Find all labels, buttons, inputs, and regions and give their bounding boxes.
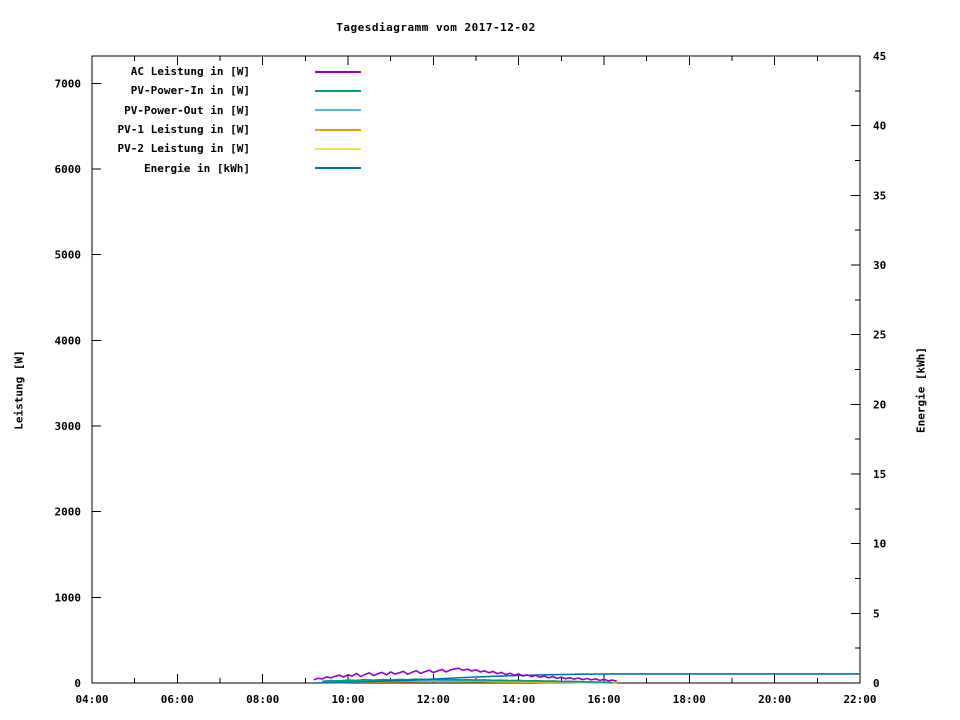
- x-tick-label: 12:00: [417, 693, 450, 706]
- y-tick-label: 5000: [55, 249, 82, 262]
- tagesdiagramm-chart: Tagesdiagramm vom 2017-12-02 Leistung [W…: [0, 0, 960, 720]
- legend-item-energie: Energie in [kWh]: [0, 158, 361, 177]
- legend-line-sample: [315, 147, 361, 150]
- legend-line-sample: [315, 70, 361, 73]
- y-tick-label: 4000: [55, 334, 82, 347]
- x-tick-label: 14:00: [502, 693, 535, 706]
- legend-item-pv-power-out: PV-Power-Out in [W]: [0, 101, 361, 120]
- legend-line-sample: [315, 89, 361, 92]
- legend-item-pv1-leistung: PV-1 Leistung in [W]: [0, 120, 361, 139]
- legend-line-sample: [315, 167, 361, 170]
- legend-item-pv2-leistung: PV-2 Leistung in [W]: [0, 139, 361, 158]
- x-tick-label: 16:00: [587, 693, 620, 706]
- y2-tick-label: 0: [873, 677, 880, 690]
- legend-item-ac-leistung: AC Leistung in [W]: [0, 62, 361, 81]
- y2-tick-label: 30: [873, 259, 886, 272]
- y2-axis-ticks: 0 5 10 15 20 25 30 35 40 45: [851, 50, 886, 690]
- x-tick-label: 04:00: [75, 693, 108, 706]
- x-tick-label: 22:00: [843, 693, 876, 706]
- legend-label: PV-Power-In in [W]: [130, 84, 250, 98]
- x-tick-label: 08:00: [246, 693, 279, 706]
- y2-tick-label: 45: [873, 50, 886, 63]
- y-tick-label: 2000: [55, 506, 82, 519]
- y2-tick-label: 10: [873, 538, 886, 551]
- series-lines: [313, 667, 860, 684]
- legend-item-pv-power-in: PV-Power-In in [W]: [0, 81, 361, 100]
- legend-line-sample: [315, 128, 361, 131]
- y-tick-label: 1000: [55, 591, 82, 604]
- y2-tick-label: 25: [873, 329, 886, 342]
- x-tick-label: 18:00: [673, 693, 706, 706]
- chart-legend: AC Leistung in [W] PV-Power-In in [W] PV…: [0, 62, 361, 178]
- legend-label: AC Leistung in [W]: [130, 65, 250, 79]
- y-tick-label: 3000: [55, 420, 82, 433]
- x-tick-label: 10:00: [331, 693, 364, 706]
- y2-tick-label: 35: [873, 189, 886, 202]
- y2-tick-label: 5: [873, 607, 880, 620]
- x-tick-label: 06:00: [161, 693, 194, 706]
- legend-label: PV-2 Leistung in [W]: [117, 142, 250, 156]
- x-tick-label: 20:00: [758, 693, 791, 706]
- y2-tick-label: 40: [873, 120, 886, 133]
- legend-label: Energie in [kWh]: [144, 161, 250, 175]
- y2-tick-label: 20: [873, 398, 886, 411]
- legend-line-sample: [315, 109, 361, 112]
- legend-label: PV-1 Leistung in [W]: [117, 123, 250, 137]
- y2-tick-label: 15: [873, 468, 886, 481]
- y-tick-label: 0: [74, 677, 81, 690]
- legend-label: PV-Power-Out in [W]: [124, 103, 250, 117]
